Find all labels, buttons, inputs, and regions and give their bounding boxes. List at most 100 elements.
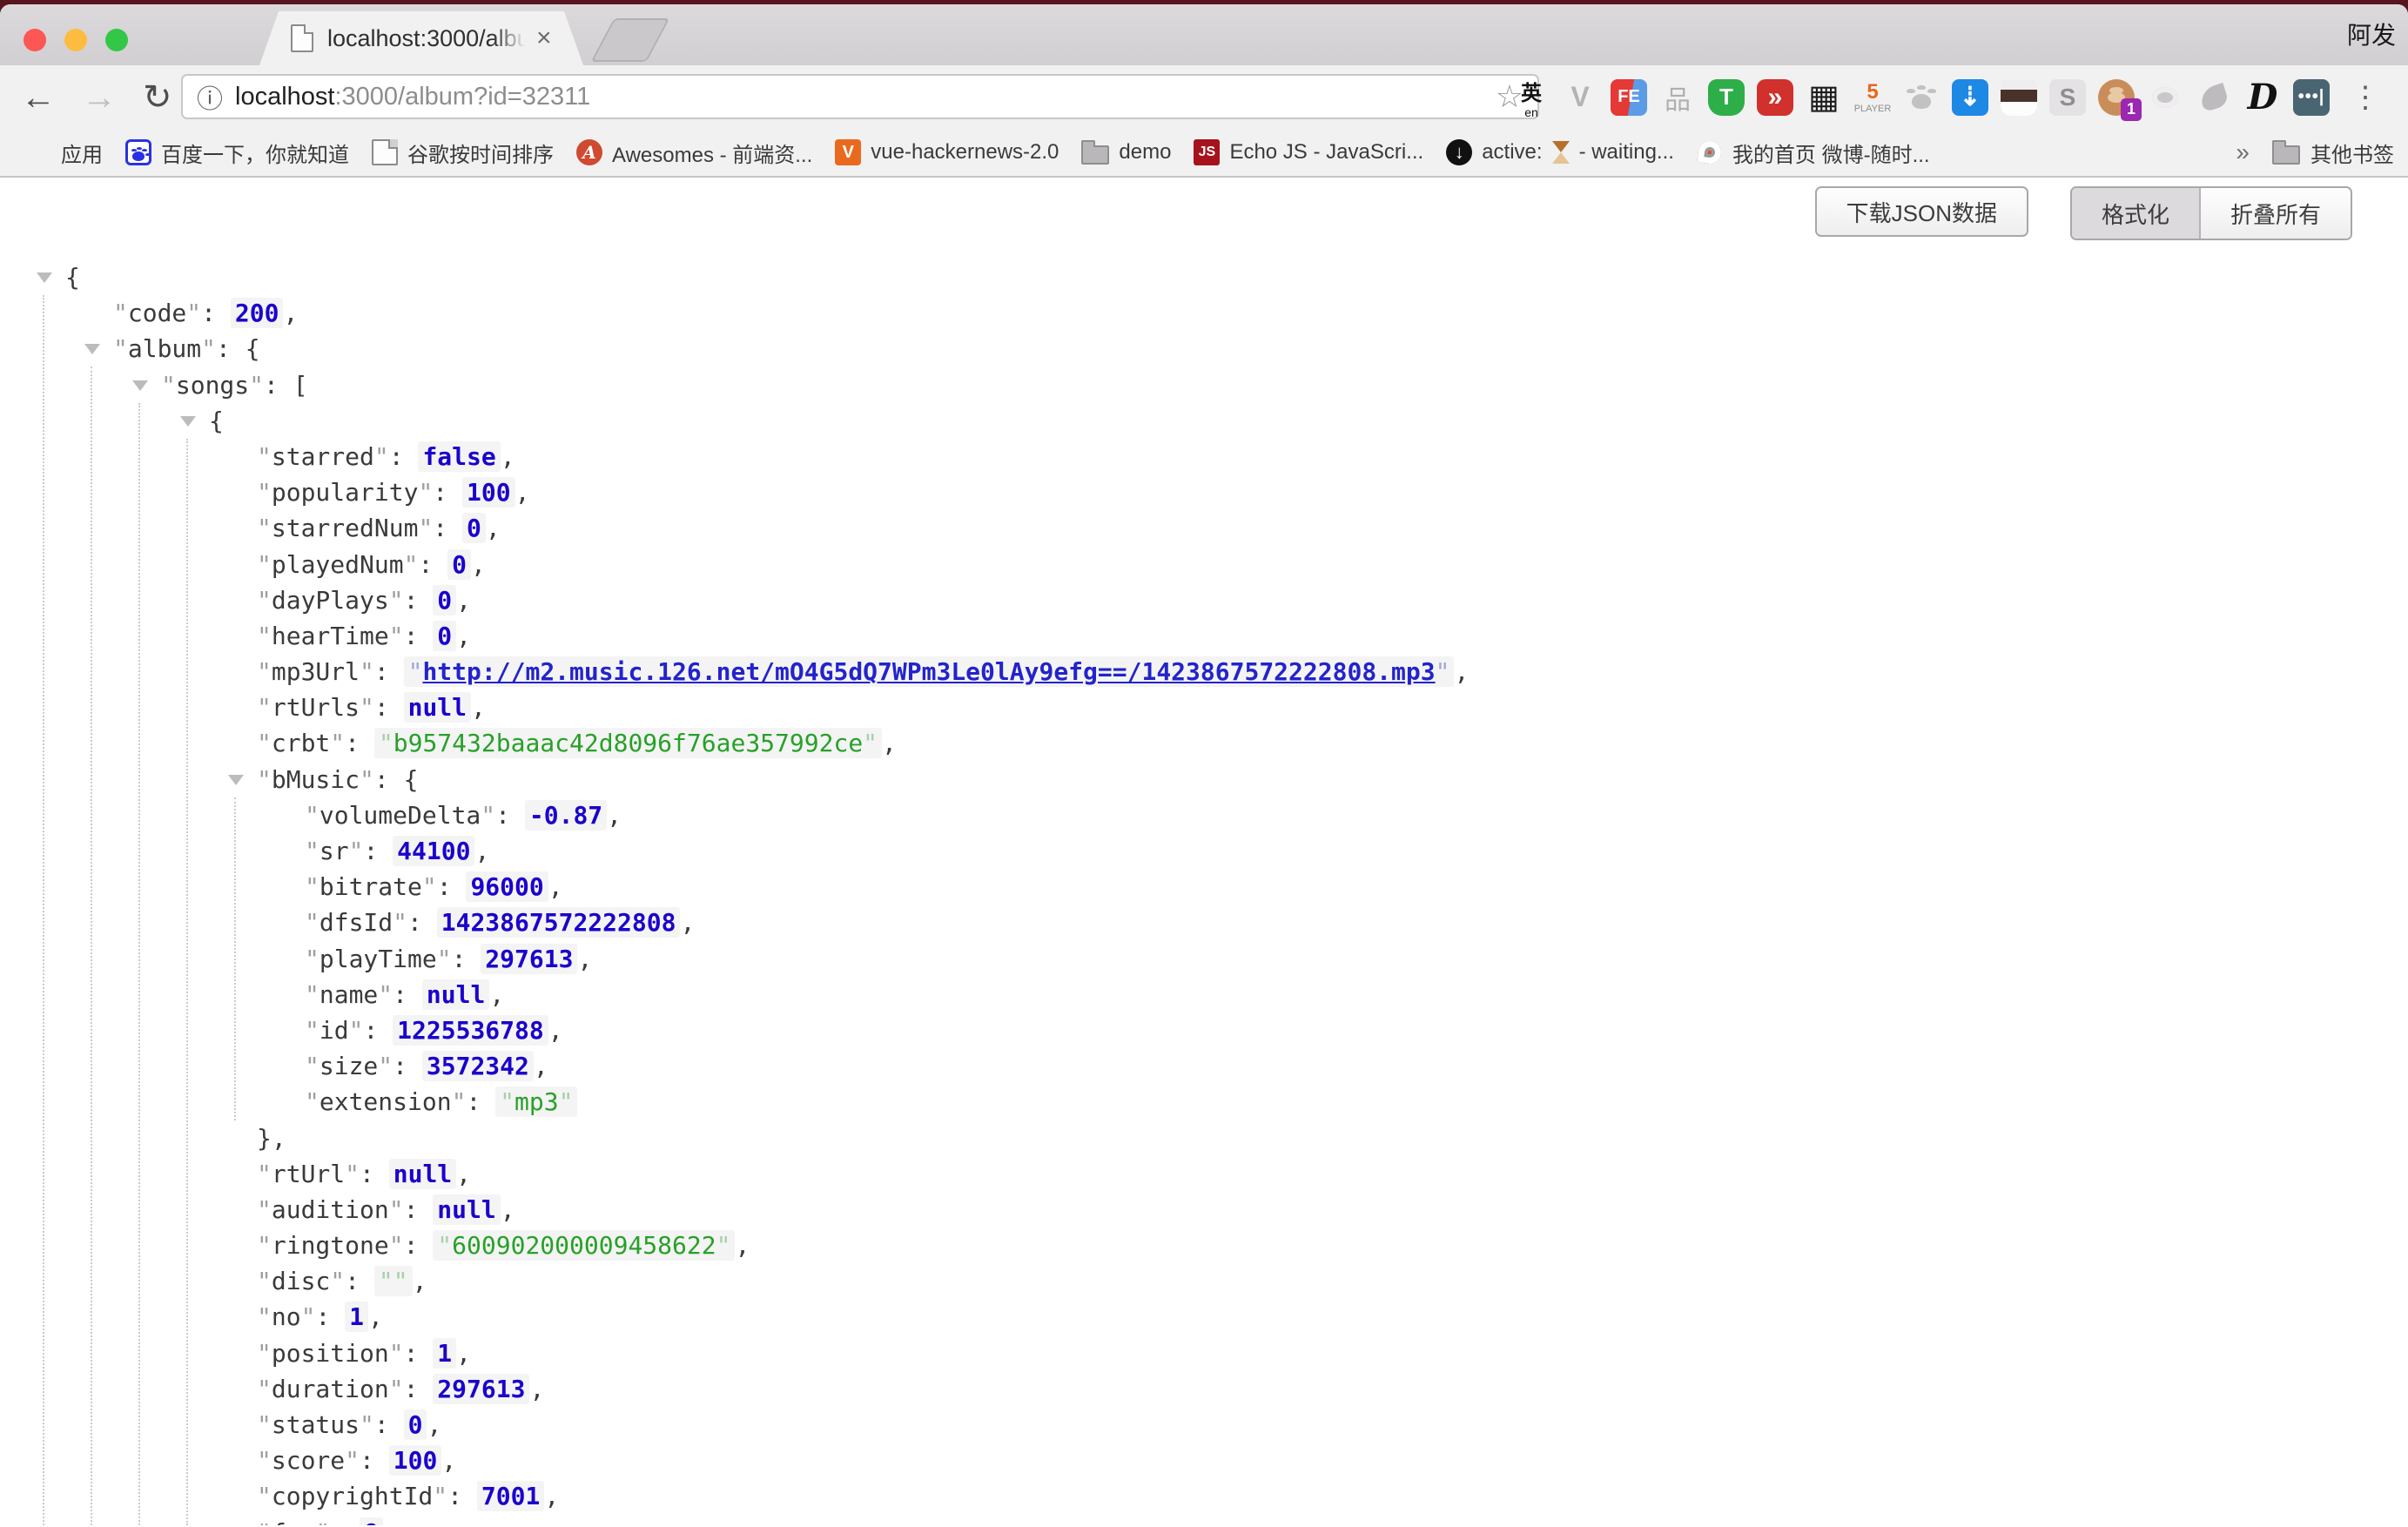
bookmarks-bar: 应用百度一下，你就知道 谷歌按时间排序 A Awesomes - 前端资... Vvue… <box>0 129 2408 178</box>
json-row: "volumeDelta": -0.87, <box>0 797 2408 833</box>
arrow-down-circle-icon: ↓ <box>1446 139 1472 165</box>
json-key: mp3Url <box>272 657 360 686</box>
zoom-window-button[interactable] <box>105 29 128 51</box>
back-icon[interactable]: ← <box>21 80 56 115</box>
json-row: "bitrate": 96000, <box>0 869 2408 905</box>
collapse-toggle-icon[interactable] <box>180 416 196 427</box>
paw-icon[interactable] <box>1903 79 1940 116</box>
bookmark-item[interactable]: 百度一下，你就知道 <box>114 138 360 168</box>
site-info-icon[interactable]: ⓘ <box>197 77 223 116</box>
json-row: "rtUrls": null, <box>0 690 2408 725</box>
shield-t-icon[interactable]: T <box>1708 79 1745 116</box>
json-value: 8 <box>360 1517 383 1525</box>
bookmark-label: vue-hackernews-2.0 <box>871 140 1059 165</box>
json-row: "album": { <box>0 331 2408 367</box>
minimize-window-button[interactable] <box>64 29 87 51</box>
profile-name[interactable]: 阿发 <box>2347 17 2396 51</box>
bookmarks-overflow-icon[interactable]: » <box>2236 138 2250 166</box>
chrome-menu-icon[interactable]: ⋮ <box>2351 80 2380 115</box>
bookmark-item[interactable]: demo <box>1070 140 1182 165</box>
collapse-toggle-icon[interactable] <box>37 272 52 283</box>
browser-tab[interactable]: localhost:3000/album?id=323 × <box>259 11 583 65</box>
json-row: "mp3Url": "http://m2.music.126.net/mO4G5… <box>0 654 2408 690</box>
json-row: "popularity": 100, <box>0 474 2408 510</box>
qrcode-icon[interactable]: ▦ <box>1806 79 1842 116</box>
bookmark-item[interactable]: 应用 <box>14 138 114 168</box>
bookmark-item[interactable]: A Awesomes - 前端资... <box>565 138 824 168</box>
s-icon[interactable]: S <box>2049 79 2086 116</box>
bookmark-label: 谷歌按时间排序 <box>407 138 554 168</box>
fehelper-icon[interactable]: FE <box>1611 79 1647 116</box>
json-row: "no": 1, <box>0 1299 2408 1335</box>
json-key: rtUrls <box>272 693 360 722</box>
collapse-toggle-icon[interactable] <box>228 775 244 785</box>
bird-icon[interactable] <box>2196 79 2232 116</box>
download-v-icon[interactable]: ⇣ <box>1952 79 1988 116</box>
mask-icon[interactable] <box>2001 79 2037 116</box>
format-button[interactable]: 格式化 <box>2072 188 2199 239</box>
collapse-toggle-icon[interactable] <box>132 380 148 391</box>
json-key: score <box>272 1446 345 1475</box>
json-value: 1225536788 <box>393 1015 548 1046</box>
tab-close-icon[interactable]: × <box>536 25 552 51</box>
json-key: duration <box>272 1375 389 1403</box>
bookmark-item[interactable]: 谷歌按时间排序 <box>360 138 565 168</box>
awesomes-icon: A <box>576 139 602 165</box>
json-key: playedNum <box>272 550 404 579</box>
other-bookmarks-button[interactable]: 其他书签 <box>2272 138 2394 168</box>
bookmark-items: 应用百度一下，你就知道 谷歌按时间排序 A Awesomes - 前端资... Vvue… <box>14 138 1941 168</box>
json-row: "disc": "", <box>0 1263 2408 1299</box>
bookmark-item[interactable]: 我的首页 微博-随时... <box>1685 138 1941 168</box>
new-tab-button[interactable] <box>591 18 670 62</box>
json-key: starredNum <box>272 514 419 542</box>
json-row: "hearTime": 0, <box>0 618 2408 654</box>
json-row: "extension": "mp3" <box>0 1084 2408 1120</box>
vimium-icon[interactable]: V <box>1562 79 1598 116</box>
sitemap-icon[interactable]: 品 <box>1659 79 1696 116</box>
json-key: bMusic <box>272 765 360 794</box>
json-value: 1423867572222808 <box>437 907 681 938</box>
tab-strip: localhost:3000/album?id=323 × 阿发 <box>0 4 2408 65</box>
view-mode-segment: 格式化 折叠所有 <box>2070 186 2352 240</box>
collapse-all-button[interactable]: 折叠所有 <box>2199 188 2351 239</box>
collapse-toggle-icon[interactable] <box>84 344 100 354</box>
json-row: "crbt": "b957432baaac42d8096f76ae357992c… <box>0 725 2408 761</box>
weibo-gray-icon[interactable] <box>2147 79 2183 116</box>
json-row: "duration": 297613, <box>0 1371 2408 1407</box>
bookmark-item[interactable]: JSEcho JS - JavaScri... <box>1182 139 1435 165</box>
bookmark-item[interactable]: ↓active:- waiting... <box>1435 139 1685 165</box>
json-row: "id": 1225536788, <box>0 1012 2408 1048</box>
fastforward-icon[interactable]: » <box>1757 79 1793 116</box>
reload-icon[interactable]: ↻ <box>143 80 172 115</box>
json-value: 0 <box>447 549 471 580</box>
translate-icon[interactable]: 英en <box>1513 79 1550 116</box>
extension-badge: 1 <box>2121 98 2142 121</box>
json-value: 0 <box>433 585 456 616</box>
download-json-button[interactable]: 下载JSON数据 <box>1815 186 2028 237</box>
monkey-icon[interactable]: 1 <box>2098 79 2135 116</box>
close-window-button[interactable] <box>24 29 46 51</box>
password-dots-icon[interactable]: •••| <box>2293 79 2330 116</box>
json-key: no <box>272 1302 301 1331</box>
d-icon[interactable]: D <box>2244 79 2281 116</box>
json-value: 0 <box>404 1409 427 1440</box>
json-key: volumeDelta <box>319 801 481 830</box>
address-bar[interactable]: ⓘ localhost :3000/album?id=32311 ☆ <box>181 74 1539 119</box>
json-key: dfsId <box>319 908 393 937</box>
json-key: hearTime <box>272 622 389 650</box>
json-key: extension <box>319 1087 452 1116</box>
json-row: "sr": 44100, <box>0 833 2408 869</box>
json-key: status <box>272 1410 360 1439</box>
page-actions: 下载JSON数据 格式化 折叠所有 <box>1815 186 2352 240</box>
json-key: ringtone <box>272 1231 389 1260</box>
mp3-url-link[interactable]: http://m2.music.126.net/mO4G5dQ7WPm3Le0l… <box>422 657 1435 686</box>
bookmark-item[interactable]: Vvue-hackernews-2.0 <box>824 139 1070 165</box>
json-value: 1 <box>345 1302 368 1332</box>
folder-icon <box>2272 145 2300 165</box>
json-key: songs <box>176 371 249 400</box>
json-row: "bMusic": { <box>0 762 2408 797</box>
bookmark-label: Awesomes - 前端资... <box>612 138 812 168</box>
browser-window: localhost:3000/album?id=323 × 阿发 ← → ↻ ⓘ… <box>0 4 2408 1527</box>
json-row: "copyrightId": 7001, <box>0 1478 2408 1514</box>
html5-player-icon[interactable]: 5PLAYER <box>1854 79 1891 116</box>
